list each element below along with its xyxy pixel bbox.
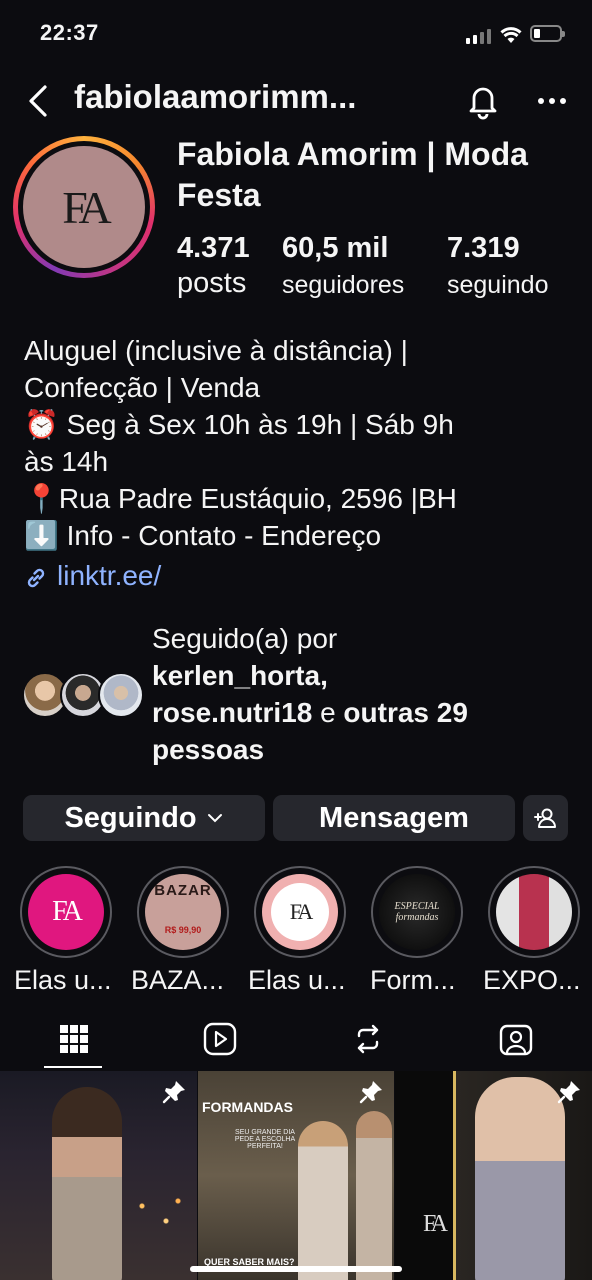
gold-light-strip [453, 1071, 456, 1280]
highlight-label: Elas u... [14, 965, 112, 995]
highlight-item[interactable]: BAZAR R$ 99,90 [137, 866, 229, 958]
repost-icon [357, 1024, 379, 1054]
stat-posts-label: posts [177, 267, 247, 299]
post-image-figure [298, 1121, 348, 1280]
highlight-item[interactable]: FA [20, 866, 112, 958]
highlight-cover-price: R$ 99,90 [164, 924, 202, 935]
post-image-figure [52, 1087, 122, 1280]
back-arrow-icon[interactable] [26, 84, 50, 118]
highlight-cover [496, 874, 572, 950]
post-thumbnail[interactable]: FA [395, 1071, 592, 1280]
stat-following-count: 7.319 [447, 232, 520, 264]
link-icon [27, 568, 45, 588]
followed-by-connector: e [320, 697, 336, 728]
post-thumbnail[interactable] [0, 1071, 197, 1280]
tab-posts-grid[interactable] [53, 1018, 95, 1060]
followed-by-others-suffix: pessoas [152, 734, 265, 765]
followed-by-user: kerlen_horta, [152, 660, 328, 691]
bio-link[interactable]: linktr.ee/ [57, 560, 161, 592]
bio-line: Confecção | Venda [24, 372, 261, 403]
post-subtitle: SEU GRANDE DIA PEDE A ESCOLHA PERFEITA! [234, 1129, 296, 1150]
highlight-item[interactable]: ESPECIAL formandas [371, 866, 463, 958]
notification-bell-icon[interactable] [465, 82, 501, 120]
pinned-icon [557, 1081, 580, 1104]
highlight-cover: FA [28, 874, 104, 950]
highlight-item[interactable] [488, 866, 580, 958]
following-button[interactable]: Seguindo [23, 795, 265, 841]
followed-by-avatars[interactable] [22, 672, 144, 720]
bio-line: Aluguel (inclusive à distância) | [24, 335, 408, 366]
more-options-icon[interactable] [538, 98, 566, 106]
stat-following[interactable]: 7.319 seguindo [447, 232, 548, 300]
stat-posts-count: 4.371 [177, 232, 250, 264]
profile-username: fabiolaamorimm... [74, 78, 357, 115]
follower-avatar [98, 672, 144, 718]
message-button-label: Mensagem [319, 801, 469, 834]
add-user-icon [533, 808, 556, 828]
following-button-label: Seguindo [64, 801, 197, 834]
stat-followers-count: 60,5 mil [282, 232, 389, 264]
highlight-label: BAZA... [131, 965, 225, 995]
status-time: 22:37 [40, 20, 99, 45]
highlight-label: EXPO... [483, 965, 581, 995]
stat-posts[interactable]: 4.371 posts [177, 232, 250, 300]
tab-reposts[interactable] [347, 1018, 389, 1060]
followed-by-text[interactable]: Seguido(a) por kerlen_horta, rose.nutri1… [152, 620, 468, 768]
city-lights [130, 1191, 190, 1241]
highlight-label: Elas u... [248, 965, 346, 995]
tab-reels[interactable] [199, 1018, 241, 1060]
highlight-label: Form... [370, 965, 456, 995]
stat-following-label: seguindo [447, 271, 549, 299]
profile-avatar-story-ring[interactable]: FA [13, 136, 155, 278]
stat-followers-label: seguidores [282, 271, 405, 299]
bio-line: ⏰ Seg à Sex 10h às 19h | Sáb 9h [24, 409, 454, 440]
highlight-cover-text: ESPECIAL formandas [394, 901, 440, 923]
pinned-icon [359, 1081, 382, 1104]
highlight-cover: FA [262, 874, 338, 950]
chevron-down-icon [207, 814, 222, 823]
bio-line: 📍Rua Padre Eustáquio, 2596 |BH [24, 483, 457, 514]
profile-avatar: FA [23, 146, 145, 268]
bio-line: ⬇️ Info - Contato - Endereço [24, 520, 382, 551]
bio-line: às 14h [24, 446, 109, 477]
highlight-cover-logo: FA [52, 896, 83, 927]
highlight-cover-logo: FA [289, 899, 313, 924]
home-indicator [190, 1266, 402, 1272]
post-title: FORMANDAS [202, 1099, 293, 1115]
highlight-cover: ESPECIAL formandas [379, 874, 455, 950]
post-image-figure [475, 1077, 565, 1280]
suggested-accounts-button[interactable] [523, 795, 568, 841]
followed-by-user: rose.nutri18 [152, 697, 313, 728]
post-image-figure [356, 1111, 392, 1280]
highlight-cover: BAZAR R$ 99,90 [145, 874, 221, 950]
tab-tagged[interactable] [495, 1018, 537, 1060]
grid-icon [60, 1025, 88, 1053]
post-thumbnail[interactable]: FORMANDAS SEU GRANDE DIA PEDE A ESCOLHA … [198, 1071, 394, 1280]
highlight-cover-text: BAZAR [154, 881, 212, 899]
profile-display-name: Fabiola Amorim | Moda Festa [177, 136, 528, 213]
followed-by-prefix: Seguido(a) por [152, 623, 338, 654]
reels-play-icon [203, 1022, 237, 1056]
highlight-item[interactable]: FA [254, 866, 346, 958]
active-tab-indicator [44, 1066, 102, 1068]
wifi-icon [500, 27, 522, 43]
cellular-signal-icon [466, 28, 492, 44]
pinned-icon [162, 1081, 185, 1104]
followed-by-others: outras 29 [343, 697, 468, 728]
battery-icon [530, 25, 565, 42]
post-logo: FA [423, 1211, 448, 1237]
message-button[interactable]: Mensagem [273, 795, 515, 841]
tagged-person-icon [499, 1024, 533, 1056]
stat-followers[interactable]: 60,5 mil seguidores [282, 232, 404, 300]
